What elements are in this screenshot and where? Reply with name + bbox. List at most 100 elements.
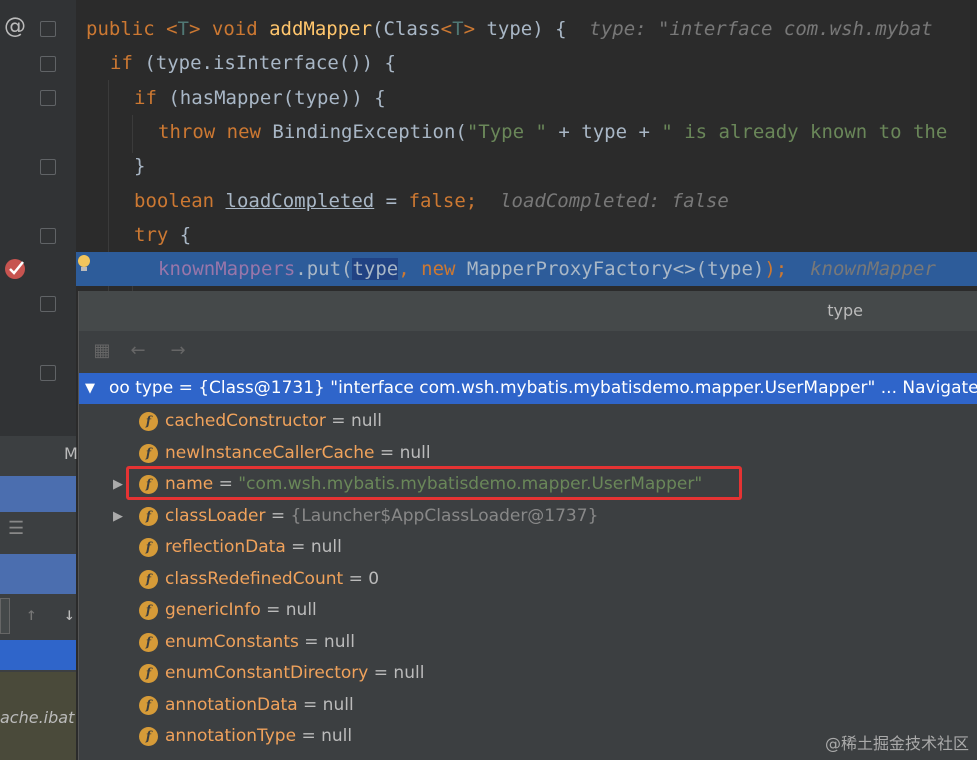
field-value: null — [393, 663, 425, 683]
equals-sign: = — [265, 505, 291, 526]
field-name: cachedConstructor — [165, 411, 326, 431]
code-token: try — [134, 223, 180, 246]
field-text: newInstanceCallerCache = null — [165, 438, 431, 469]
field-name: annotationData — [165, 694, 298, 715]
field-value: 0 — [368, 568, 380, 589]
code-line[interactable]: if (hasMapper(type)) { — [76, 81, 977, 115]
code-token: < — [440, 18, 453, 40]
code-token: MapperProxyFactory<>(type) — [466, 258, 765, 281]
override-marker-icon[interactable]: @ — [4, 14, 26, 39]
code-token: throw new — [158, 120, 273, 143]
field-name: reflectionData — [165, 537, 286, 557]
code-editor[interactable]: public <T> void addMapper(Class<T> type)… — [76, 0, 977, 300]
code-token: "Type " — [466, 120, 547, 143]
field-text: genericInfo = null — [165, 595, 317, 626]
field-row-genericInfo[interactable]: f genericInfo = null — [79, 595, 977, 626]
popup-title: type — [79, 291, 977, 331]
search-field[interactable] — [0, 598, 10, 634]
field-value: null — [285, 600, 317, 620]
field-icon: f — [139, 506, 158, 526]
field-row-classRedefinedCount[interactable]: f classRedefinedCount = 0 — [79, 564, 977, 595]
expand-arrow-icon[interactable]: ▶ — [113, 469, 123, 500]
field-name: enumConstants — [165, 631, 299, 652]
watermark: @稀土掘金技术社区 — [824, 734, 969, 753]
code-line-current[interactable]: knownMappers.put(type, new MapperProxyFa… — [76, 252, 977, 287]
equals-sign: = — [325, 411, 351, 431]
variable-inspector-popup[interactable]: type ▦ ← → ▼ oo type = {Class@1731} "int… — [78, 291, 977, 760]
code-token: (type.isInterface()) { — [144, 52, 396, 75]
field-row-newInstanceCallerCache[interactable]: f newInstanceCallerCache = null — [79, 438, 977, 469]
field-row-enumConstantDirectory[interactable]: f enumConstantDirectory = null — [79, 658, 977, 689]
equals-sign: = — [296, 726, 322, 746]
fold-marker-icon[interactable] — [40, 56, 56, 72]
code-token: < — [166, 18, 178, 40]
field-row-reflectionData[interactable]: f reflectionData = null — [79, 532, 977, 563]
code-token: BindingException( — [272, 120, 467, 143]
code-line[interactable]: throw new BindingException("Type " + typ… — [76, 115, 977, 149]
down-arrow-icon[interactable]: ↓ — [64, 604, 75, 625]
fold-marker-icon[interactable] — [40, 365, 56, 381]
field-value: null — [399, 442, 431, 463]
field-icon: f — [139, 632, 158, 652]
up-arrow-icon[interactable]: ↑ — [26, 604, 37, 625]
field-row-enumConstants[interactable]: f enumConstants = null — [79, 627, 977, 658]
equals-sign: = — [374, 442, 400, 463]
field-value: null — [323, 631, 355, 652]
code-token: T — [452, 18, 464, 40]
code-line[interactable]: public <T> void addMapper(Class<T> type)… — [76, 12, 977, 46]
field-row-annotationData[interactable]: f annotationData = null — [79, 690, 977, 721]
expand-arrow-icon[interactable]: ▶ — [113, 501, 123, 532]
collapse-arrow-icon[interactable]: ▼ — [85, 373, 95, 404]
field-row-classLoader[interactable]: ▶ f classLoader = {Launcher$AppClassLoader… — [79, 501, 977, 532]
fold-marker-icon[interactable] — [40, 159, 56, 175]
settings-icon[interactable]: ☰ — [8, 518, 24, 539]
code-line[interactable]: try { — [76, 218, 977, 252]
field-icon: f — [139, 569, 158, 589]
equals-sign: = — [285, 537, 311, 557]
field-text: reflectionData = null — [165, 532, 342, 563]
field-text: enumConstants = null — [165, 627, 355, 658]
tree-root-row[interactable]: ▼ oo type = {Class@1731} "interface com.… — [79, 373, 977, 404]
field-icon: f — [139, 664, 158, 683]
root-label: oo type = {Class@1731} "interface com.ws… — [109, 378, 977, 398]
code-line[interactable]: } — [76, 149, 977, 183]
code-token: type: "interface com.wsh.mybat — [566, 18, 933, 40]
field-name: enumConstantDirectory — [165, 663, 369, 683]
code-token: loadCompleted: false — [477, 189, 729, 212]
field-value: null — [350, 411, 382, 431]
hierarchy-icon[interactable]: ▦ — [91, 341, 113, 361]
field-text: annotationData = null — [165, 690, 354, 721]
code-token: = — [374, 189, 409, 212]
code-token: void — [211, 18, 270, 40]
fold-marker-icon[interactable] — [40, 228, 56, 244]
field-icon: f — [139, 601, 158, 620]
code-line[interactable]: if (type.isInterface()) { — [76, 46, 977, 80]
fold-marker-icon[interactable] — [40, 21, 56, 37]
field-name: genericInfo — [165, 600, 261, 620]
fold-marker-icon[interactable] — [40, 296, 56, 312]
field-text: annotationType = null — [165, 721, 352, 752]
field-name: newInstanceCallerCache — [165, 442, 375, 463]
file-name-fragment: ache.ibat — [0, 708, 75, 727]
panel-tab-label[interactable]: M — [64, 444, 78, 463]
breakpoint-icon[interactable] — [3, 256, 29, 280]
field-row-cachedConstructor[interactable]: f cachedConstructor = null — [79, 406, 977, 437]
code-token: addMapper — [269, 18, 373, 40]
field-text: enumConstantDirectory = null — [165, 658, 424, 689]
field-icon: f — [139, 538, 158, 557]
field-icon: f — [139, 695, 158, 715]
code-token: ); — [764, 258, 788, 281]
lightbulb-icon[interactable] — [76, 253, 94, 275]
code-token: knownMappers — [158, 258, 296, 281]
fold-marker-icon[interactable] — [40, 90, 56, 106]
code-token: > — [463, 18, 487, 40]
popup-toolbar: ▦ ← → — [79, 331, 977, 371]
back-arrow-icon[interactable]: ← — [127, 341, 149, 361]
code-line[interactable]: boolean loadCompleted = false; loadCompl… — [76, 184, 977, 218]
forward-arrow-icon[interactable]: → — [167, 341, 189, 361]
code-token: type — [352, 258, 399, 281]
field-name: classRedefinedCount — [165, 568, 344, 589]
field-icon: f — [139, 412, 158, 431]
code-token: (hasMapper(type)) { — [168, 86, 386, 109]
code-token: , — [398, 258, 422, 281]
